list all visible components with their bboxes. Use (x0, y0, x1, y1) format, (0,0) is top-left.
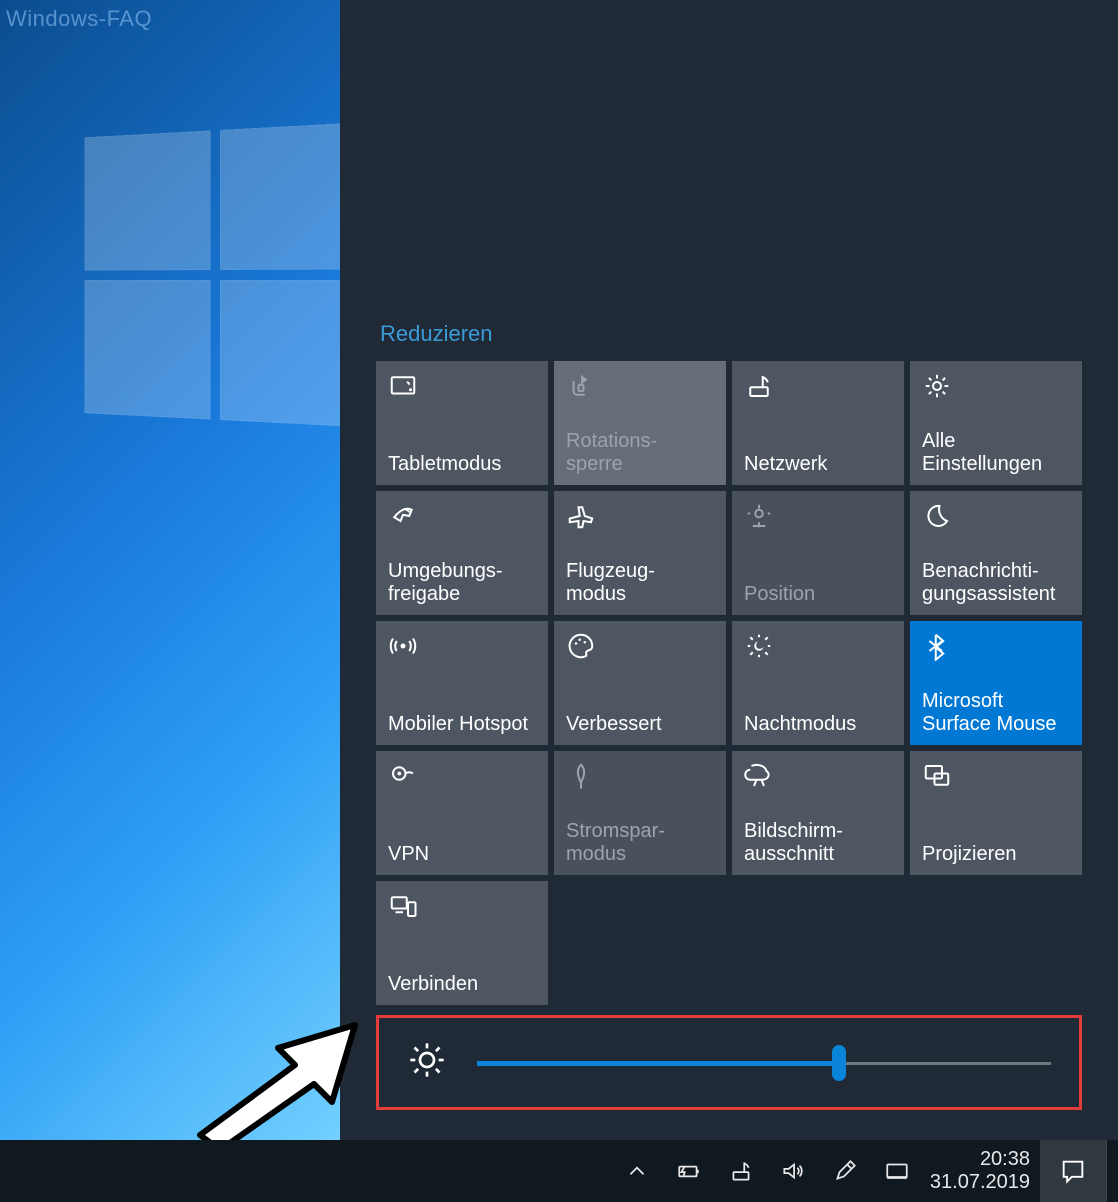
brightness-icon (407, 1040, 447, 1085)
tile-label: Nachtmodus (744, 713, 892, 737)
tile-bluetooth[interactable]: Microsoft Surface Mouse (910, 621, 1082, 745)
tile-connect[interactable]: Verbinden (376, 881, 548, 1005)
tile-battery-saver[interactable]: Stromspar- modus (554, 751, 726, 875)
network-icon (744, 371, 892, 401)
hotspot-icon (388, 631, 536, 661)
tile-label: Verbinden (388, 973, 536, 997)
bluetooth-icon (922, 631, 1070, 661)
pen-tray-icon[interactable] (830, 1156, 860, 1186)
airplane-icon (566, 501, 714, 531)
share-icon (388, 501, 536, 531)
chevron-up-tray-icon[interactable] (622, 1156, 652, 1186)
leaf-icon (566, 761, 714, 791)
tile-project[interactable]: Projizieren (910, 751, 1082, 875)
task-view-tray-icon[interactable] (882, 1156, 912, 1186)
system-tray (622, 1156, 912, 1186)
tablet-icon (388, 371, 536, 401)
tile-label: Flugzeug- modus (566, 560, 714, 607)
tile-label: Tabletmodus (388, 453, 536, 477)
tile-label: Projizieren (922, 843, 1070, 867)
rotation-icon (566, 371, 714, 401)
moon-icon (922, 501, 1070, 531)
tile-night-light[interactable]: Nachtmodus (732, 621, 904, 745)
tile-label: VPN (388, 843, 536, 867)
quick-action-grid: Tabletmodus Rotations- sperre Netzwerk Alle… (376, 361, 1082, 1005)
watermark-text: Windows-FAQ (6, 6, 152, 32)
tile-label: Stromspar- modus (566, 820, 714, 867)
tile-snip[interactable]: Bildschirm- ausschnitt (732, 751, 904, 875)
action-center-button[interactable] (1040, 1140, 1106, 1202)
brightness-slider[interactable] (477, 1053, 1051, 1073)
action-center-panel: Reduzieren Tabletmodus Rotations- sperre N… (340, 0, 1118, 1140)
tile-enhance[interactable]: Verbessert (554, 621, 726, 745)
tile-all-settings[interactable]: Alle Einstellungen (910, 361, 1082, 485)
tile-location[interactable]: Position (732, 491, 904, 615)
project-icon (922, 761, 1070, 791)
tile-label: Alle Einstellungen (922, 430, 1070, 477)
windows-logo (84, 122, 340, 438)
snip-icon (744, 761, 892, 791)
palette-icon (566, 631, 714, 661)
night-icon (744, 631, 892, 661)
taskbar: 20:38 31.07.2019 (0, 1140, 1118, 1202)
taskbar-clock[interactable]: 20:38 31.07.2019 (930, 1148, 1030, 1194)
tile-label: Verbessert (566, 713, 714, 737)
tile-label: Mobiler Hotspot (388, 713, 536, 737)
tile-rotation-lock[interactable]: Rotations- sperre (554, 361, 726, 485)
network-tray-icon[interactable] (726, 1156, 756, 1186)
desktop-background: Windows-FAQ (0, 0, 340, 1140)
battery-tray-icon[interactable] (674, 1156, 704, 1186)
tile-label: Microsoft Surface Mouse (922, 690, 1070, 737)
tile-label: Umgebungs- freigabe (388, 560, 536, 607)
tile-tablet-mode[interactable]: Tabletmodus (376, 361, 548, 485)
vpn-icon (388, 761, 536, 791)
tile-hotspot[interactable]: Mobiler Hotspot (376, 621, 548, 745)
show-desktop-button[interactable] (1106, 1140, 1114, 1202)
tile-nearby-share[interactable]: Umgebungs- freigabe (376, 491, 548, 615)
tile-label: Position (744, 583, 892, 607)
tile-label: Benachrichti- gungsassistent (922, 560, 1070, 607)
tile-airplane[interactable]: Flugzeug- modus (554, 491, 726, 615)
connect-icon (388, 891, 536, 921)
gear-icon (922, 371, 1070, 401)
tile-network[interactable]: Netzwerk (732, 361, 904, 485)
collapse-button[interactable]: Reduzieren (376, 321, 493, 347)
tile-vpn[interactable]: VPN (376, 751, 548, 875)
tile-label: Rotations- sperre (566, 430, 714, 477)
location-icon (744, 501, 892, 531)
clock-date: 31.07.2019 (930, 1171, 1030, 1194)
clock-time: 20:38 (930, 1148, 1030, 1171)
tile-focus-assist[interactable]: Benachrichti- gungsassistent (910, 491, 1082, 615)
brightness-control (376, 1015, 1082, 1110)
volume-tray-icon[interactable] (778, 1156, 808, 1186)
tile-label: Netzwerk (744, 453, 892, 477)
tile-label: Bildschirm- ausschnitt (744, 820, 892, 867)
